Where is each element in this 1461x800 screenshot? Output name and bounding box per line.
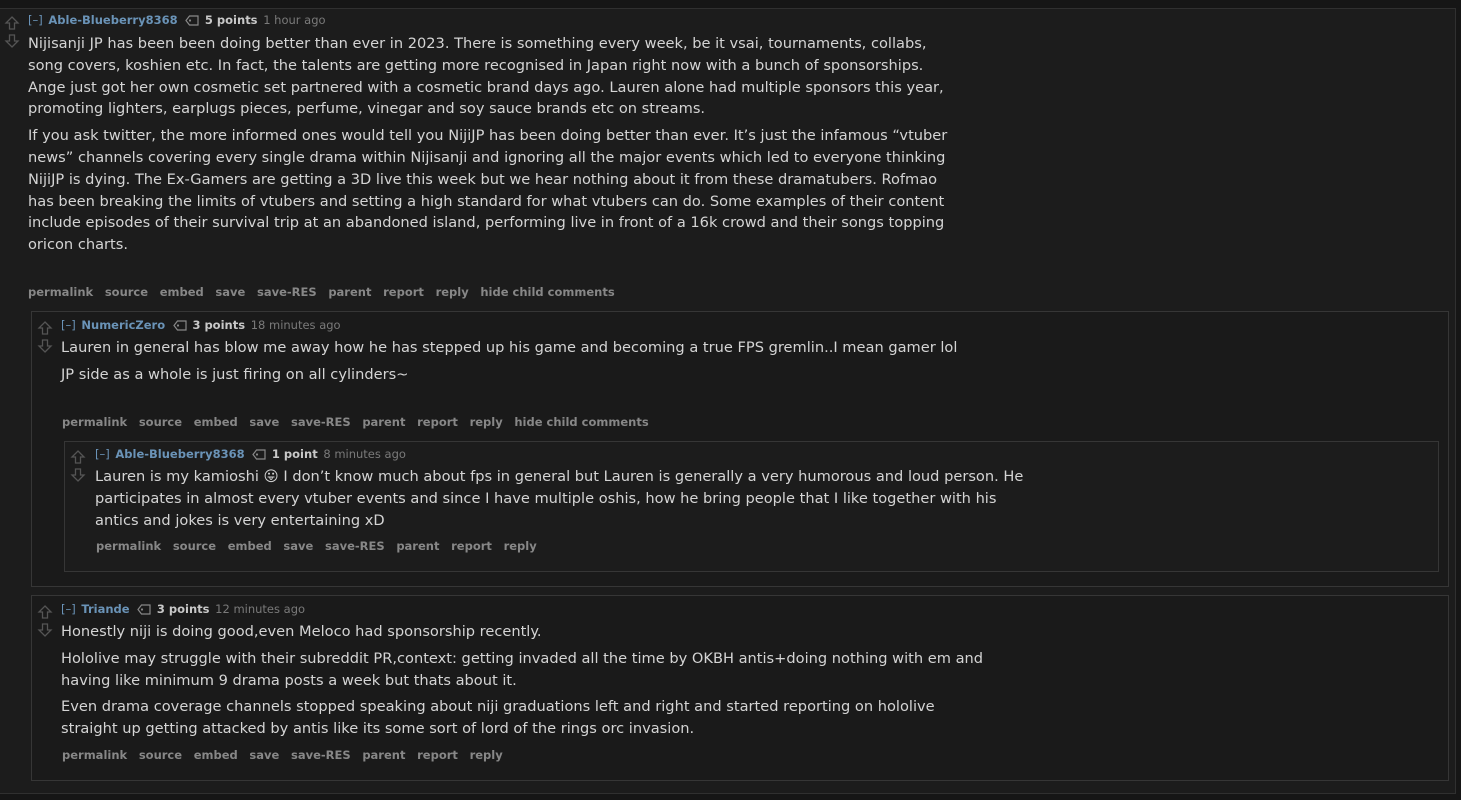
vote-arrows	[37, 604, 57, 638]
collapse-toggle[interactable]: [–]	[61, 318, 76, 332]
score: 3 points	[192, 318, 246, 332]
down-arrow-icon[interactable]	[4, 33, 20, 49]
embed-button[interactable]: embed	[194, 748, 238, 762]
comment-buttons: permalink source embed save save-RES par…	[28, 285, 623, 299]
collapse-toggle[interactable]: [–]	[61, 602, 76, 616]
reply-button[interactable]: reply	[504, 539, 537, 553]
tag-icon[interactable]	[173, 320, 187, 331]
comment-body: Lauren in general has blow me away how h…	[61, 337, 961, 386]
score: 5 points	[204, 13, 258, 27]
save-res-button[interactable]: save-RES	[291, 415, 351, 429]
parent-button[interactable]: parent	[362, 748, 405, 762]
embed-button[interactable]: embed	[160, 285, 204, 299]
up-arrow-icon[interactable]	[37, 604, 53, 620]
tag-icon[interactable]	[137, 604, 151, 615]
comment-paragraph: Nijisanji JP has been been doing better …	[28, 35, 944, 118]
permalink-button[interactable]: permalink	[28, 285, 93, 299]
comment-paragraph: Lauren in general has blow me away how h…	[61, 339, 958, 356]
up-arrow-icon[interactable]	[4, 15, 20, 31]
vote-arrows	[37, 320, 57, 354]
hide-child-comments-button[interactable]: hide child comments	[514, 415, 648, 429]
embed-button[interactable]: embed	[194, 415, 238, 429]
comment-paragraph: Even drama coverage channels stopped spe…	[61, 698, 935, 738]
timestamp: 1 hour ago	[263, 13, 326, 27]
permalink-button[interactable]: permalink	[62, 415, 127, 429]
reply-button[interactable]: reply	[436, 285, 469, 299]
embed-button[interactable]: embed	[228, 539, 272, 553]
save-res-button[interactable]: save-RES	[325, 539, 385, 553]
reply-button[interactable]: reply	[470, 415, 503, 429]
source-button[interactable]: source	[139, 748, 182, 762]
down-arrow-icon[interactable]	[37, 338, 53, 354]
vote-arrows	[4, 15, 24, 49]
comment-tagline: [–] NumericZero 3 points 18 minutes ago	[61, 318, 961, 332]
comment-buttons: permalink source embed save save-RES par…	[62, 415, 657, 429]
comment-paragraph: Hololive may struggle with their subredd…	[61, 649, 984, 689]
reply-button[interactable]: reply	[470, 748, 503, 762]
comment-tagline: [–] Able-Blueberry8368 1 point 8 minutes…	[95, 447, 1030, 461]
source-button[interactable]: source	[139, 415, 182, 429]
tag-icon[interactable]	[185, 15, 199, 26]
save-res-button[interactable]: save-RES	[257, 285, 317, 299]
author-link[interactable]: Triande	[81, 602, 129, 616]
comment-tagline: [–] Triande 3 points 12 minutes ago	[61, 602, 991, 616]
hide-child-comments-button[interactable]: hide child comments	[480, 285, 614, 299]
parent-button[interactable]: parent	[362, 415, 405, 429]
comment-buttons: permalink source embed save save-RES par…	[96, 539, 545, 553]
comment-paragraph: If you ask twitter, the more informed on…	[28, 127, 948, 254]
save-button[interactable]: save	[249, 415, 279, 429]
report-button[interactable]: report	[383, 285, 424, 299]
vote-arrows	[70, 449, 90, 483]
source-button[interactable]: source	[105, 285, 148, 299]
report-button[interactable]: report	[417, 415, 458, 429]
down-arrow-icon[interactable]	[70, 467, 86, 483]
parent-button[interactable]: parent	[328, 285, 371, 299]
up-arrow-icon[interactable]	[37, 320, 53, 336]
timestamp: 12 minutes ago	[215, 602, 306, 616]
collapse-toggle[interactable]: [–]	[95, 447, 110, 461]
report-button[interactable]: report	[417, 748, 458, 762]
timestamp: 8 minutes ago	[323, 447, 406, 461]
comment-buttons: permalink source embed save save-RES par…	[62, 748, 511, 762]
report-button[interactable]: report	[451, 539, 492, 553]
tag-icon[interactable]	[252, 449, 266, 460]
collapse-toggle[interactable]: [–]	[28, 13, 43, 27]
permalink-button[interactable]: permalink	[96, 539, 161, 553]
down-arrow-icon[interactable]	[37, 622, 53, 638]
author-link[interactable]: Able-Blueberry8368	[115, 447, 244, 461]
comment-paragraph: Honestly niji is doing good,even Meloco …	[61, 623, 542, 640]
author-link[interactable]: NumericZero	[81, 318, 165, 332]
parent-button[interactable]: parent	[396, 539, 439, 553]
save-button[interactable]: save	[283, 539, 313, 553]
save-button[interactable]: save	[215, 285, 245, 299]
score: 3 points	[156, 602, 210, 616]
comment-body: Lauren is my kamioshi 😛 I don’t know muc…	[95, 466, 1030, 531]
score: 1 point	[271, 447, 318, 461]
comment-body: Nijisanji JP has been been doing better …	[28, 33, 948, 256]
up-arrow-icon[interactable]	[70, 449, 86, 465]
save-res-button[interactable]: save-RES	[291, 748, 351, 762]
save-button[interactable]: save	[249, 748, 279, 762]
comment-tagline: [–] Able-Blueberry8368 5 points 1 hour a…	[28, 13, 948, 27]
source-button[interactable]: source	[173, 539, 216, 553]
timestamp: 18 minutes ago	[250, 318, 341, 332]
author-link[interactable]: Able-Blueberry8368	[48, 13, 177, 27]
comment-paragraph: JP side as a whole is just firing on all…	[61, 365, 409, 383]
comment-paragraph: Lauren is my kamioshi 😛 I don’t know muc…	[95, 468, 1024, 529]
comment-body: Honestly niji is doing good,even Meloco …	[61, 621, 991, 740]
permalink-button[interactable]: permalink	[62, 748, 127, 762]
